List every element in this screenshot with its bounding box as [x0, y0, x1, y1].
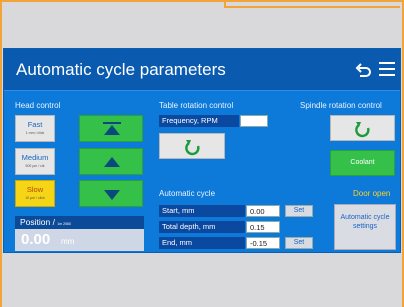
- total-depth-label: Total depth, mm: [159, 221, 245, 233]
- hmi-screen: Automatic cycle parameters Head control …: [3, 48, 401, 253]
- menu-icon[interactable]: [379, 62, 395, 76]
- start-set-button[interactable]: Set: [285, 205, 313, 217]
- door-status: Door open: [353, 189, 391, 198]
- position-unit: mm: [61, 237, 75, 246]
- up-icon: [104, 157, 120, 167]
- rotate-icon: [185, 140, 200, 156]
- frame-edge-top: [0, 0, 404, 2]
- auto-cycle-heading: Automatic cycle: [159, 189, 216, 198]
- rotate-icon: [355, 122, 370, 138]
- speed-fast-sub: 1 mm / click: [25, 130, 45, 135]
- position-value: 0.00: [21, 231, 51, 248]
- position-display: Position / 1m 2060 0.00 mm: [15, 216, 144, 251]
- frame-notch-line: [224, 6, 400, 8]
- total-depth-input[interactable]: 0.15: [246, 221, 280, 233]
- start-label: Start, mm: [159, 205, 245, 217]
- position-unit-note: 1m 2060: [57, 222, 71, 226]
- frame-edge-left: [0, 0, 2, 307]
- top-icon: [103, 122, 121, 135]
- down-icon: [104, 190, 120, 200]
- move-up-button[interactable]: [79, 148, 143, 175]
- move-down-button[interactable]: [79, 180, 143, 207]
- table-rotate-button[interactable]: [159, 133, 225, 159]
- speed-fast-label: Fast: [27, 120, 43, 129]
- position-header: Position / 1m 2060: [15, 216, 144, 229]
- end-input[interactable]: -0.15: [246, 237, 280, 249]
- frequency-label: Frequency, RPM: [159, 115, 239, 127]
- start-input[interactable]: 0.00: [246, 205, 280, 217]
- speed-medium-button[interactable]: Medium 500 µm / clk: [15, 148, 55, 175]
- auto-cycle-settings-button[interactable]: Automatic cycle settings: [334, 204, 396, 250]
- table-rotation-heading: Table rotation control: [159, 101, 234, 110]
- frequency-input[interactable]: [240, 115, 268, 127]
- spindle-heading: Spindle rotation control: [300, 101, 382, 110]
- speed-slow-label: Slow: [26, 185, 44, 194]
- back-icon[interactable]: [354, 61, 372, 79]
- speed-slow-sub: 10 µm / click: [25, 195, 45, 200]
- position-label: Position /: [20, 217, 58, 227]
- speed-medium-label: Medium: [21, 153, 49, 162]
- end-label: End, mm: [159, 237, 245, 249]
- end-set-button[interactable]: Set: [285, 237, 313, 249]
- move-top-button[interactable]: [79, 115, 143, 142]
- speed-medium-sub: 500 µm / clk: [25, 163, 45, 168]
- coolant-button[interactable]: Coolant: [330, 150, 395, 176]
- page-title: Automatic cycle parameters: [16, 60, 226, 79]
- head-control-heading: Head control: [15, 101, 61, 110]
- speed-slow-button[interactable]: Slow 10 µm / click: [15, 180, 55, 207]
- title-bar: Automatic cycle parameters: [4, 49, 400, 91]
- spindle-rotate-button[interactable]: [330, 115, 395, 141]
- speed-fast-button[interactable]: Fast 1 mm / click: [15, 115, 55, 142]
